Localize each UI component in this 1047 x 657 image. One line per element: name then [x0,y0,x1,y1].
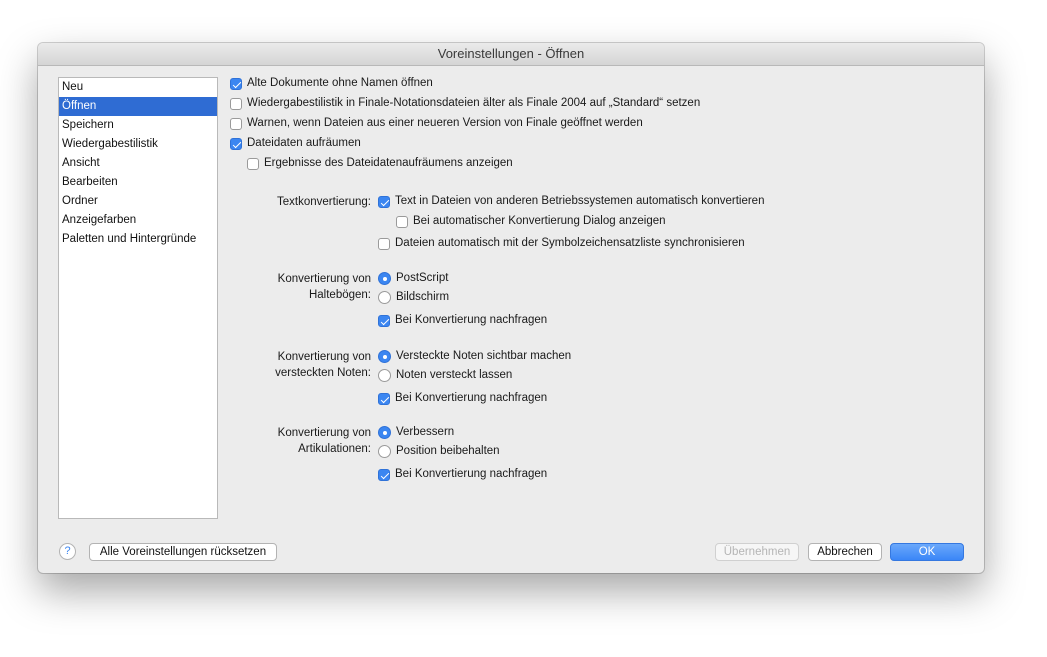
sidebar-item-bearbeiten[interactable]: Bearbeiten [59,173,217,192]
dateidaten-label: Dateidaten aufräumen [247,137,361,149]
articulation-ask-checkbox[interactable] [378,469,390,481]
reset-all-button[interactable]: Alle Voreinstellungen rücksetzen [89,543,277,561]
sidebar-item-anzeigefarben[interactable]: Anzeigefarben [59,211,217,230]
ties-bildschirm-radio[interactable] [378,291,391,304]
ergebnisse-label: Ergebnisse des Dateidatenaufräumens anze… [264,157,513,169]
category-list[interactable]: Neu Öffnen Speichern Wiedergabestilistik… [58,77,218,519]
ergebnisse-checkbox[interactable] [247,158,259,170]
warnen-checkbox[interactable] [230,118,242,130]
sync-symbols-checkbox[interactable] [378,238,390,250]
hidden-notes-show-radio[interactable] [378,350,391,363]
ties-label-line2: Haltebögen: [308,289,371,301]
sidebar-item-speichern[interactable]: Speichern [59,116,217,135]
hidden-notes-keep-radio[interactable] [378,369,391,382]
articulation-label-line1: Konvertierung von [277,427,371,439]
hidden-notes-ask-label: Bei Konvertierung nachfragen [395,392,548,404]
ties-label-line1: Konvertierung von [277,273,371,285]
sidebar-item-oeffnen[interactable]: Öffnen [59,97,217,116]
help-button[interactable]: ? [59,543,76,560]
show-dialog-label: Bei automatischer Konvertierung Dialog a… [413,215,666,227]
wiedergabestilistik-label: Wiedergabestilistik in Finale-Notationsd… [247,97,701,109]
sidebar-item-neu[interactable]: Neu [59,78,217,97]
hidden-notes-conversion-label: Konvertierung von versteckten Noten: [238,349,371,381]
articulation-improve-label: Verbessern [396,426,455,438]
text-auto-convert-label: Text in Dateien von anderen Betriebssyst… [395,195,765,207]
alte-dokumente-label: Alte Dokumente ohne Namen öffnen [247,77,433,89]
wiedergabestilistik-checkbox[interactable] [230,98,242,110]
apply-button[interactable]: Übernehmen [715,543,799,561]
ties-ask-checkbox[interactable] [378,315,390,327]
dateidaten-checkbox[interactable] [230,138,242,150]
ties-bildschirm-label: Bildschirm [396,291,450,303]
articulation-conversion-label: Konvertierung von Artikulationen: [238,425,371,457]
sidebar-item-ordner[interactable]: Ordner [59,192,217,211]
show-dialog-checkbox[interactable] [396,216,408,228]
sidebar-item-paletten[interactable]: Paletten und Hintergründe [59,230,217,249]
articulation-keep-label: Position beibehalten [396,445,500,457]
hidden-notes-ask-checkbox[interactable] [378,393,390,405]
alte-dokumente-checkbox[interactable] [230,78,242,90]
ties-ask-label: Bei Konvertierung nachfragen [395,314,548,326]
text-auto-convert-checkbox[interactable] [378,196,390,208]
hidden-notes-keep-label: Noten versteckt lassen [396,369,513,381]
textkonvertierung-label: Textkonvertierung: [277,196,371,208]
hidden-notes-label-line1: Konvertierung von [277,351,371,363]
hidden-notes-label-line2: versteckten Noten: [275,367,371,379]
articulation-keep-radio[interactable] [378,445,391,458]
ties-postscript-label: PostScript [396,272,449,284]
preferences-window: Voreinstellungen - Öffnen Neu Öffnen Spe… [38,43,984,573]
articulation-ask-label: Bei Konvertierung nachfragen [395,468,548,480]
hidden-notes-show-label: Versteckte Noten sichtbar machen [396,350,572,362]
sidebar-item-ansicht[interactable]: Ansicht [59,154,217,173]
articulation-improve-radio[interactable] [378,426,391,439]
ties-conversion-label: Konvertierung von Haltebögen: [238,271,371,303]
sync-symbols-label: Dateien automatisch mit der Symbolzeiche… [395,237,745,249]
articulation-label-line2: Artikulationen: [298,443,371,455]
ok-button[interactable]: OK [890,543,964,561]
sidebar-item-wiedergabestilistik[interactable]: Wiedergabestilistik [59,135,217,154]
ties-postscript-radio[interactable] [378,272,391,285]
cancel-button[interactable]: Abbrechen [808,543,882,561]
warnen-label: Warnen, wenn Dateien aus einer neueren V… [247,117,643,129]
window-title: Voreinstellungen - Öffnen [38,43,984,66]
